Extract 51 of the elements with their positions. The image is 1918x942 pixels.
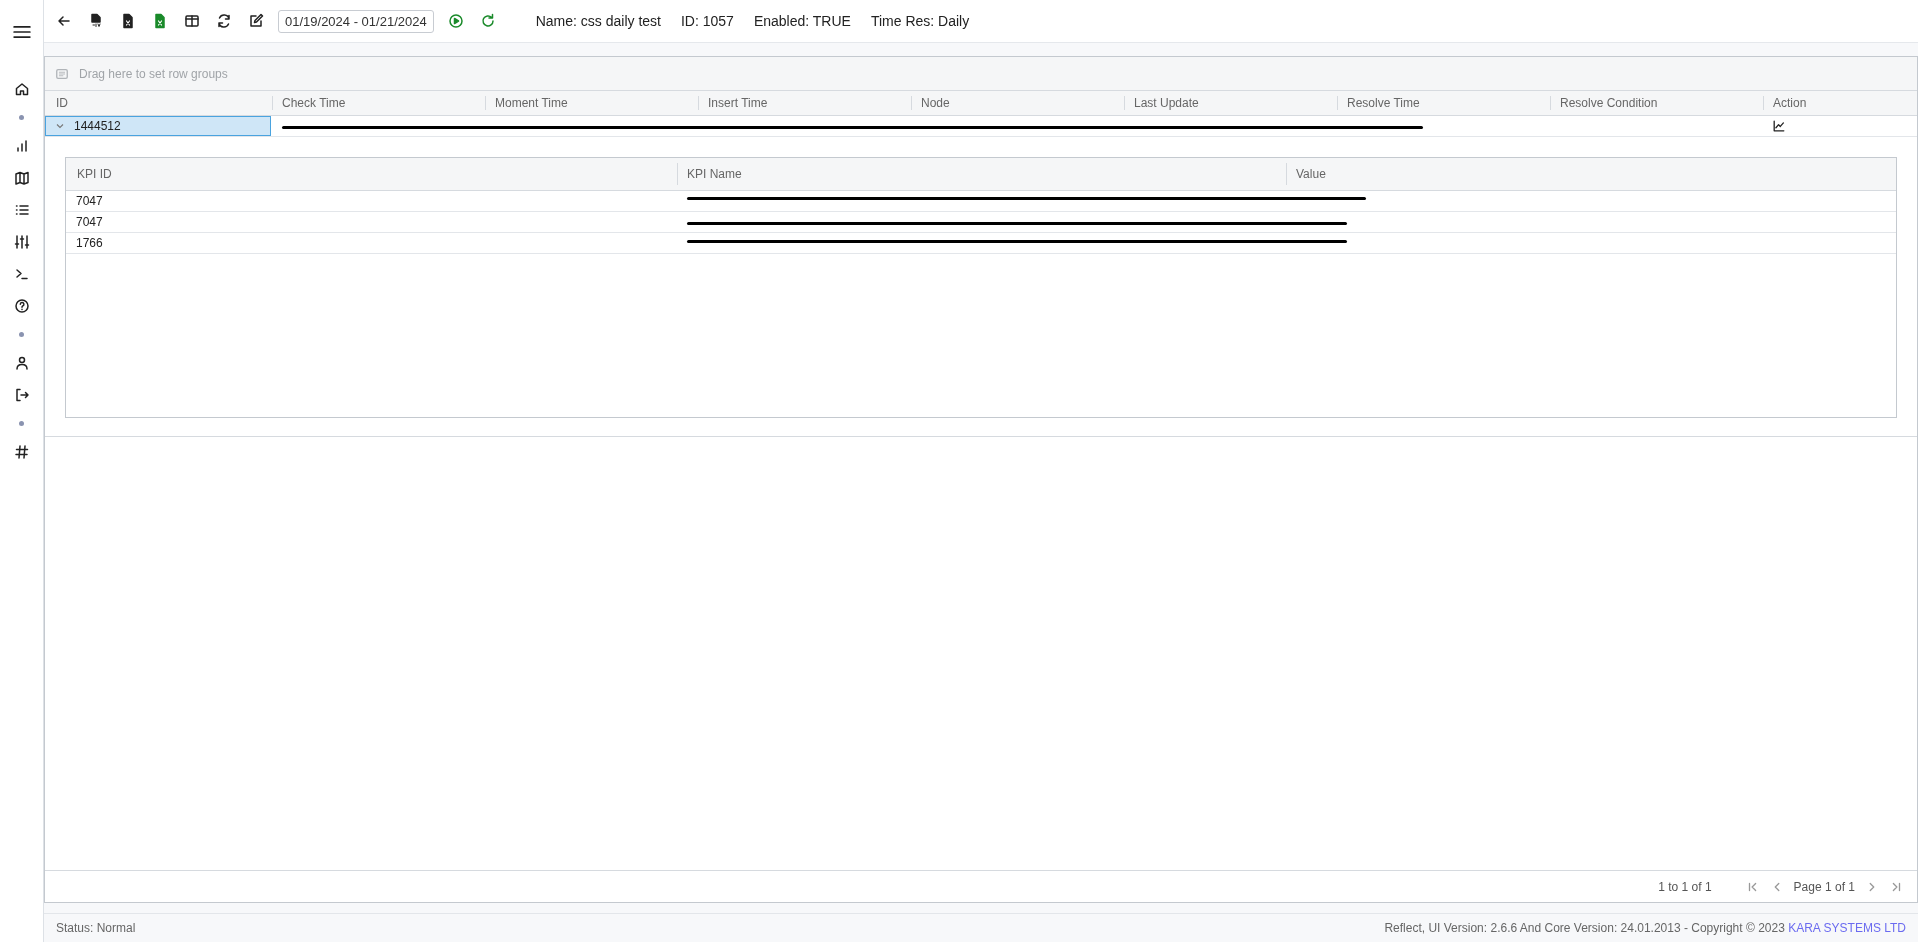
separator-dot (19, 332, 24, 337)
column-header[interactable]: Resolve Time (1336, 91, 1549, 115)
version-text: Reflect, UI Version: 2.6.6 And Core Version: 24.01.2013 - Copyright © 2023 KARA SYSTEMS LTD (1384, 921, 1906, 935)
row-group-icon (55, 66, 69, 81)
table-cell[interactable]: 1444512 (45, 116, 271, 136)
menu-icon[interactable] (12, 23, 31, 41)
separator-dot (19, 115, 24, 120)
row-group-hint: Drag here to set row groups (79, 66, 228, 81)
map-icon[interactable] (13, 170, 30, 186)
column-header[interactable]: Node (910, 91, 1123, 115)
status-text: Status: Normal (56, 921, 136, 935)
table-cell: 7047 (76, 194, 103, 208)
separator-dot (19, 421, 24, 426)
page-indicator: Page 1 of 1 (1793, 879, 1855, 894)
row-count: 1 to 1 of 1 (1658, 879, 1712, 894)
column-header[interactable]: Resolve Condition (1549, 91, 1762, 115)
info-label: Time Res: Daily (870, 13, 970, 29)
info-label: ID: 1057 (680, 13, 734, 29)
csv-file-icon[interactable] (88, 13, 104, 29)
refresh-icon[interactable] (216, 13, 232, 29)
company-link[interactable]: KARA SYSTEMS LTD (1788, 921, 1906, 935)
column-header[interactable]: Value (1285, 158, 1895, 190)
user-icon[interactable] (13, 355, 30, 371)
column-header[interactable]: ID (45, 91, 271, 115)
edit-icon[interactable] (248, 13, 264, 29)
columns-icon[interactable] (184, 13, 200, 29)
list-icon[interactable] (13, 202, 30, 218)
play-circle-icon[interactable] (447, 13, 464, 29)
home-icon[interactable] (13, 81, 30, 97)
date-range-field[interactable]: 01/19/2024 - 01/21/2024 (278, 9, 434, 33)
help-icon[interactable] (13, 298, 30, 314)
column-header[interactable]: Moment Time (484, 91, 697, 115)
column-header[interactable]: Check Time (271, 91, 484, 115)
column-header[interactable]: KPI ID (66, 158, 676, 190)
column-header[interactable]: Insert Time (697, 91, 910, 115)
info-label: Enabled: TRUE (753, 13, 851, 29)
sliders-icon[interactable] (13, 234, 30, 250)
row-id: 1444512 (74, 119, 121, 133)
column-header[interactable]: KPI Name (676, 158, 1285, 190)
logout-icon[interactable] (13, 387, 30, 403)
back-arrow-icon[interactable] (56, 13, 72, 29)
redo-icon[interactable] (479, 13, 496, 29)
terminal-icon[interactable] (13, 266, 30, 282)
line-chart-icon[interactable] (1772, 119, 1786, 133)
table-cell: 1766 (76, 236, 103, 250)
excel-file-icon[interactable] (120, 13, 136, 29)
hash-icon[interactable] (13, 444, 30, 460)
table-cell: 7047 (76, 215, 103, 229)
column-header[interactable]: Last Update (1123, 91, 1336, 115)
column-header[interactable]: Action (1762, 91, 1910, 115)
info-label: Name: css daily test (535, 13, 661, 29)
